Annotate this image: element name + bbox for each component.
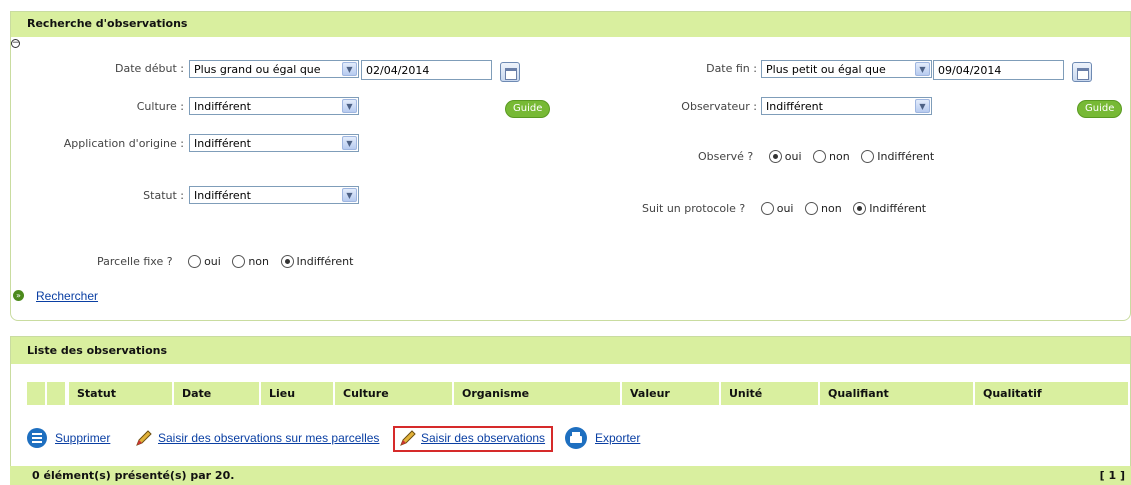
minus-box-icon[interactable]: − <box>11 39 20 48</box>
protocole-radio-group: Suit un protocole ? oui non Indifférent <box>642 202 926 215</box>
delete-link[interactable]: Supprimer <box>55 431 110 445</box>
search-link[interactable]: Rechercher <box>36 289 98 303</box>
culture-guide-button[interactable]: Guide <box>505 100 551 118</box>
observe-oui-radio[interactable] <box>768 150 782 163</box>
observe-radio-group: Observé ? oui non Indifférent <box>698 150 934 163</box>
chevron-down-icon: ▼ <box>342 99 357 113</box>
statut-value: Indifférent <box>194 189 251 202</box>
date-fin-label: Date fin : <box>706 62 757 75</box>
protocole-non-radio[interactable] <box>805 202 818 215</box>
observe-non-radio[interactable] <box>813 150 827 163</box>
search-panel-title: Recherche d'observations <box>11 12 1130 37</box>
table-header: Statut Date Lieu Culture Organisme Valeu… <box>67 382 1128 405</box>
observateur-select[interactable]: Indifférent ▼ <box>761 97 932 115</box>
export-link[interactable]: Exporter <box>595 431 640 445</box>
column-header-valeur[interactable]: Valeur <box>620 382 720 405</box>
column-header-lieu[interactable]: Lieu <box>259 382 335 405</box>
date-debut-operator-value: Plus grand ou égal que <box>194 63 321 76</box>
chevron-down-icon: ▼ <box>915 99 930 113</box>
column-header-date[interactable]: Date <box>172 382 260 405</box>
chevron-down-icon: ▼ <box>342 188 357 202</box>
table-check-cell <box>27 382 45 405</box>
calendar-icon[interactable] <box>1072 62 1092 82</box>
chevron-right-icon: » <box>13 290 24 301</box>
pencil-icon[interactable] <box>135 430 153 446</box>
application-label: Application d'origine : <box>63 137 184 150</box>
statut-label: Statut : <box>143 189 184 202</box>
protocole-indifferent-label: Indifférent <box>869 202 927 215</box>
culture-value: Indifférent <box>194 100 251 113</box>
list-panel: Liste des observations <box>10 336 1131 485</box>
protocole-non-label: non <box>821 202 842 215</box>
delete-list-icon[interactable] <box>27 428 47 448</box>
chevron-down-icon: ▼ <box>342 136 357 150</box>
parcelle-oui-label: oui <box>204 255 221 268</box>
date-debut-input[interactable]: 02/04/2014 <box>361 60 492 80</box>
table-check-cell <box>47 382 65 405</box>
pagination[interactable]: [ 1 ] <box>1100 469 1125 482</box>
pencil-icon[interactable] <box>399 430 417 446</box>
enter-observations-link[interactable]: Saisir des observations <box>421 431 545 445</box>
statut-select[interactable]: Indifférent ▼ <box>189 186 359 204</box>
element-count: 0 élément(s) présenté(s) par 20. <box>32 469 235 482</box>
parcelle-non-label: non <box>248 255 270 268</box>
observateur-label: Observateur : <box>681 100 757 113</box>
parcelle-oui-radio[interactable] <box>188 255 202 268</box>
calendar-icon[interactable] <box>500 62 520 82</box>
list-panel-title: Liste des observations <box>11 337 1130 364</box>
parcelle-non-radio[interactable] <box>232 255 246 268</box>
protocole-oui-label: oui <box>776 202 794 215</box>
chevron-down-icon: ▼ <box>342 62 357 76</box>
date-fin-operator-value: Plus petit ou égal que <box>766 63 886 76</box>
date-debut-label: Date début : <box>114 62 184 75</box>
observe-non-label: non <box>829 150 850 163</box>
protocole-oui-radio[interactable] <box>760 202 774 215</box>
culture-select[interactable]: Indifférent ▼ <box>189 97 359 115</box>
culture-label: Culture : <box>136 100 184 113</box>
date-fin-input[interactable]: 09/04/2014 <box>933 60 1064 80</box>
column-header-qualitatif[interactable]: Qualitatif <box>973 382 1128 405</box>
date-fin-operator-select[interactable]: Plus petit ou égal que ▼ <box>761 60 932 78</box>
observe-oui-label: oui <box>784 150 802 163</box>
protocole-label: Suit un protocole ? <box>642 202 746 215</box>
observateur-value: Indifférent <box>766 100 823 113</box>
column-header-culture[interactable]: Culture <box>333 382 453 405</box>
application-select[interactable]: Indifférent ▼ <box>189 134 359 152</box>
parcelle-indifferent-label: Indifférent <box>296 255 354 268</box>
protocole-indifferent-radio[interactable] <box>853 202 867 215</box>
parcelle-label: Parcelle fixe ? <box>97 255 173 268</box>
observateur-guide-button[interactable]: Guide <box>1077 100 1123 118</box>
application-value: Indifférent <box>194 137 251 150</box>
observe-indifferent-radio[interactable] <box>861 150 875 163</box>
enter-my-plots-link[interactable]: Saisir des observations sur mes parcelle… <box>158 431 379 445</box>
column-header-organisme[interactable]: Organisme <box>452 382 622 405</box>
observe-indifferent-label: Indifférent <box>877 150 935 163</box>
column-header-qualifiant[interactable]: Qualifiant <box>818 382 976 405</box>
observe-label: Observé ? <box>698 150 754 163</box>
search-panel: Recherche d'observations <box>10 11 1131 321</box>
column-header-statut[interactable]: Statut <box>67 382 175 405</box>
list-footer: 0 élément(s) présenté(s) par 20. [ 1 ] <box>10 466 1131 485</box>
parcelle-radio-group: Parcelle fixe ? oui non Indifférent <box>97 255 353 268</box>
chevron-down-icon: ▼ <box>915 62 930 76</box>
parcelle-indifferent-radio[interactable] <box>280 255 294 268</box>
date-debut-operator-select[interactable]: Plus grand ou égal que ▼ <box>189 60 359 78</box>
export-printer-icon[interactable] <box>565 427 587 449</box>
column-header-unite[interactable]: Unité <box>719 382 819 405</box>
